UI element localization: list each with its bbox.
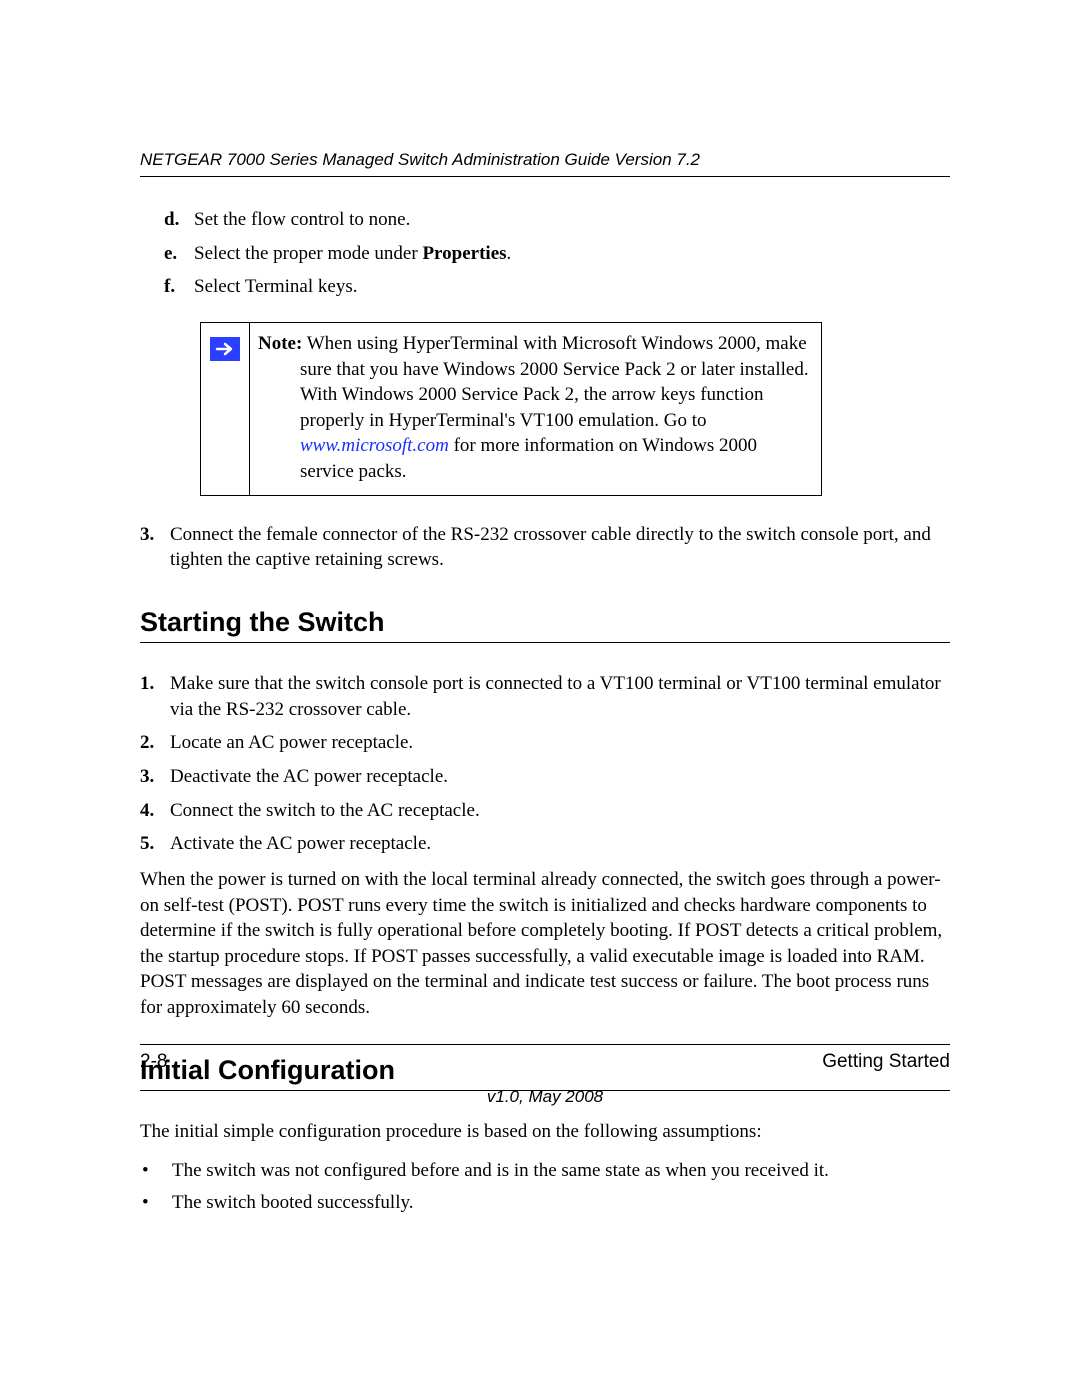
note-icon-cell [201, 323, 250, 495]
assumption-1: • The switch was not configured before a… [140, 1158, 950, 1184]
note-link[interactable]: www.microsoft.com [300, 435, 449, 456]
starting-step-4: 4. Connect the switch to the AC receptac… [140, 798, 950, 824]
step-text: Locate an AC power receptacle. [170, 730, 413, 756]
document-page: NETGEAR 7000 Series Managed Switch Admin… [0, 0, 1080, 1397]
substep-text-post: . [507, 243, 512, 264]
heading-rule [140, 642, 950, 643]
step-text: Connect the switch to the AC receptacle. [170, 798, 480, 824]
step-list: 3. Connect the female connector of the R… [140, 522, 950, 573]
starting-step-2: 2. Locate an AC power receptacle. [140, 730, 950, 756]
note-label: Note: [258, 333, 302, 354]
footer-row: 2-8 Getting Started [140, 1051, 950, 1073]
substep-marker: e. [164, 241, 194, 267]
step-marker: 3. [140, 764, 170, 790]
substep-e: e. Select the proper mode under Properti… [140, 241, 950, 267]
header-rule [140, 176, 950, 177]
substep-text-bold: Properties [422, 243, 506, 264]
note-body-pre: When using HyperTerminal with Microsoft … [300, 333, 809, 431]
substep-text: Set the flow control to none. [194, 207, 410, 233]
substep-d: d. Set the flow control to none. [140, 207, 950, 233]
step-marker: 2. [140, 730, 170, 756]
step-3: 3. Connect the female connector of the R… [140, 522, 950, 573]
starting-step-1: 1. Make sure that the switch console por… [140, 671, 950, 722]
substep-text: Select the proper mode under Properties. [194, 241, 511, 267]
step-text: Make sure that the switch console port i… [170, 671, 950, 722]
page-footer: 2-8 Getting Started v1.0, May 2008 [140, 1044, 950, 1107]
starting-step-5: 5. Activate the AC power receptacle. [140, 831, 950, 857]
assumption-2: • The switch booted successfully. [140, 1190, 950, 1216]
note-text: Note: When using HyperTerminal with Micr… [250, 323, 821, 495]
bullet-icon: • [140, 1190, 172, 1216]
footer-rule [140, 1044, 950, 1045]
step-text: Connect the female connector of the RS-2… [170, 522, 950, 573]
step-marker: 3. [140, 522, 170, 573]
initial-intro: The initial simple configuration procedu… [140, 1119, 950, 1145]
step-marker: 4. [140, 798, 170, 824]
step-text: Deactivate the AC power receptacle. [170, 764, 448, 790]
assumption-text: The switch was not configured before and… [172, 1158, 829, 1184]
step-marker: 5. [140, 831, 170, 857]
starting-steps: 1. Make sure that the switch console por… [140, 671, 950, 857]
initial-assumptions: • The switch was not configured before a… [140, 1158, 950, 1215]
substep-text: Select Terminal keys. [194, 274, 357, 300]
footer-section-name: Getting Started [822, 1051, 950, 1073]
substep-marker: d. [164, 207, 194, 233]
substep-text-pre: Select the proper mode under [194, 243, 422, 264]
heading-starting-the-switch: Starting the Switch [140, 607, 950, 638]
substeps-list: d. Set the flow control to none. e. Sele… [140, 207, 950, 300]
assumption-text: The switch booted successfully. [172, 1190, 414, 1216]
starting-paragraph: When the power is turned on with the loc… [140, 867, 950, 1021]
bullet-icon: • [140, 1158, 172, 1184]
step-text: Activate the AC power receptacle. [170, 831, 431, 857]
running-header: NETGEAR 7000 Series Managed Switch Admin… [140, 150, 950, 170]
footer-page-number: 2-8 [140, 1051, 167, 1073]
substep-f: f. Select Terminal keys. [140, 274, 950, 300]
substep-marker: f. [164, 274, 194, 300]
step-marker: 1. [140, 671, 170, 722]
note-box: Note: When using HyperTerminal with Micr… [200, 322, 822, 496]
arrow-right-icon [210, 337, 240, 361]
footer-version: v1.0, May 2008 [140, 1087, 950, 1107]
starting-step-3: 3. Deactivate the AC power receptacle. [140, 764, 950, 790]
